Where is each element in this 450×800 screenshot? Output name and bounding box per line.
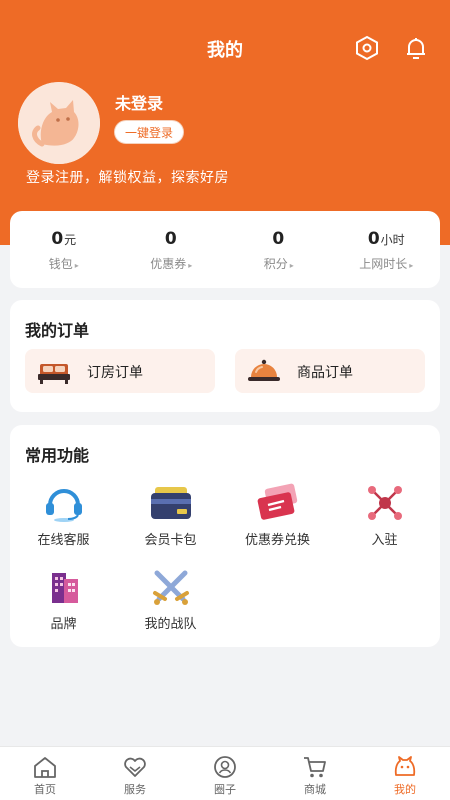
tab-label: 圈子 bbox=[214, 783, 236, 796]
feature-online-service[interactable]: 在线客服 bbox=[10, 483, 117, 548]
page-title: 我的 bbox=[207, 40, 243, 61]
coupon-icon bbox=[257, 483, 297, 520]
feature-join[interactable]: 入驻 bbox=[331, 483, 438, 548]
feature-label: 在线客服 bbox=[37, 533, 90, 548]
tab-service[interactable]: 服务 bbox=[90, 747, 180, 800]
stat-value: 0 bbox=[51, 229, 64, 249]
stat-value: 0 bbox=[272, 229, 285, 249]
home-icon bbox=[34, 757, 56, 778]
heart-hands-icon bbox=[124, 757, 146, 777]
tab-label: 商城 bbox=[304, 783, 326, 796]
tab-mall[interactable]: 商城 bbox=[270, 747, 360, 800]
tab-label: 我的 bbox=[394, 783, 416, 796]
stat-label: 上网时长 bbox=[359, 257, 408, 271]
order-label: 商品订单 bbox=[297, 365, 353, 381]
card-wallet-icon bbox=[150, 487, 191, 519]
network-icon bbox=[367, 486, 402, 520]
tab-home[interactable]: 首页 bbox=[0, 747, 90, 800]
feature-my-team[interactable]: 我的战队 bbox=[117, 567, 224, 632]
order-label: 订房订单 bbox=[87, 365, 143, 381]
slogan[interactable]: 登录注册，解锁权益，探索好房 bbox=[26, 167, 229, 187]
orders-title: 我的订单 bbox=[25, 321, 90, 340]
common-features-card: 常用功能 在线客服 会员卡包 优惠券兑换 入驻 品牌 我的战队 bbox=[10, 425, 440, 647]
bed-icon bbox=[38, 364, 70, 384]
tab-label: 首页 bbox=[34, 783, 56, 796]
stat-value: 0 bbox=[367, 229, 380, 249]
building-icon bbox=[51, 573, 78, 603]
headset-icon bbox=[45, 489, 82, 522]
arrow-icon: ▸ bbox=[409, 261, 414, 270]
arrow-icon: ▸ bbox=[289, 261, 294, 270]
stat-value: 0 bbox=[164, 229, 177, 249]
room-orders-button[interactable]: 订房订单 bbox=[25, 349, 215, 393]
username: 未登录 bbox=[115, 94, 164, 113]
arrow-icon: ▸ bbox=[74, 261, 79, 270]
tab-mine[interactable]: 我的 bbox=[360, 747, 450, 800]
feature-label: 我的战队 bbox=[144, 617, 197, 632]
profile-header: 我的 未登录 一键登录 登录注册，解锁权益，探索好房 bbox=[0, 0, 450, 245]
stat-coupons[interactable]: 0 优惠券 ▸ bbox=[118, 211, 226, 288]
crossed-swords-icon bbox=[152, 570, 189, 605]
stat-unit: 小时 bbox=[380, 233, 405, 247]
one-click-login-button[interactable]: 一键登录 bbox=[114, 120, 185, 144]
stat-label: 优惠券 bbox=[150, 257, 187, 271]
settings-icon[interactable] bbox=[353, 34, 381, 62]
cart-icon bbox=[304, 757, 326, 778]
tab-label: 服务 bbox=[124, 783, 146, 796]
my-orders-card: 我的订单 订房订单 商品订单 bbox=[10, 300, 440, 412]
goods-orders-button[interactable]: 商品订单 bbox=[235, 349, 425, 393]
bottom-tab-bar: 首页 服务 圈子 商城 我的 bbox=[0, 746, 450, 800]
avatar[interactable] bbox=[18, 82, 100, 164]
feature-label: 品牌 bbox=[50, 617, 77, 632]
features-title: 常用功能 bbox=[25, 446, 90, 465]
stat-online-time[interactable]: 0小时 上网时长 ▸ bbox=[333, 211, 441, 288]
feature-coupon-exchange[interactable]: 优惠券兑换 bbox=[224, 483, 331, 548]
stat-label: 钱包 bbox=[48, 257, 73, 271]
stats-card: 0元 钱包 ▸ 0 优惠券 ▸ 0 积分 ▸ 0小时 上网时长 ▸ bbox=[10, 211, 440, 288]
arrow-icon: ▸ bbox=[188, 261, 193, 270]
feature-label: 会员卡包 bbox=[144, 533, 197, 548]
feature-member-card[interactable]: 会员卡包 bbox=[117, 483, 224, 548]
circle-profile-icon bbox=[214, 756, 236, 778]
food-cloche-icon bbox=[248, 359, 280, 381]
tab-circle[interactable]: 圈子 bbox=[180, 747, 270, 800]
stat-points[interactable]: 0 积分 ▸ bbox=[225, 211, 333, 288]
feature-label: 优惠券兑换 bbox=[244, 533, 310, 548]
feature-label: 入驻 bbox=[371, 533, 398, 548]
stat-unit: 元 bbox=[64, 233, 77, 247]
bell-icon[interactable] bbox=[402, 34, 430, 62]
cat-face-icon bbox=[394, 756, 416, 776]
stat-wallet[interactable]: 0元 钱包 ▸ bbox=[10, 211, 118, 288]
feature-brand[interactable]: 品牌 bbox=[10, 567, 117, 632]
stat-label: 积分 bbox=[263, 257, 288, 271]
